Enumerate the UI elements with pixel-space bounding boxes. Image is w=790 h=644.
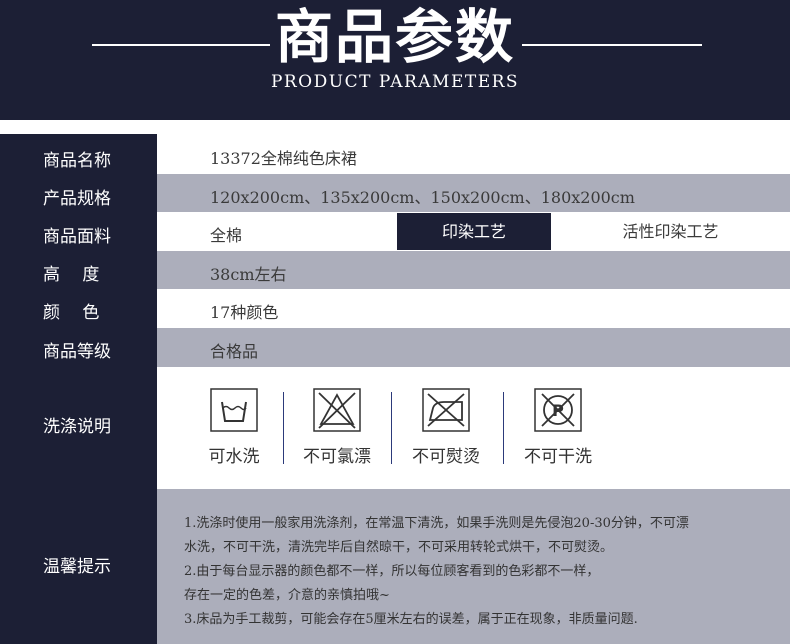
care-item-no-iron: 不可熨烫	[401, 388, 491, 467]
param-label-fabric: 商品面料	[43, 227, 111, 247]
washtub-icon	[210, 388, 258, 432]
page-title: 商品参数	[274, 3, 515, 71]
care-item-no-dryclean: P 不可干洗	[513, 388, 603, 467]
care-text-no-iron: 不可熨烫	[412, 447, 480, 467]
param-value-fabric: 全棉	[210, 226, 243, 245]
care-item-no-bleach: 不可氯漂	[292, 388, 382, 467]
param-row-grade: 合格品	[157, 328, 790, 367]
page-subtitle: PRODUCT PARAMETERS	[270, 72, 520, 92]
param-value-color: 17种颜色	[210, 303, 279, 322]
tip-line: 1.洗涤时使用一般家用洗涤剂，在常温下清洗，如果手洗则是先侵泡20-30分钟，不…	[184, 516, 689, 531]
param-value-spec: 120x200cm、135x200cm、150x200cm、180x200cm	[210, 188, 635, 207]
care-item-washable: 可水洗	[189, 388, 279, 467]
param-row-spec: 120x200cm、135x200cm、150x200cm、180x200cm	[157, 174, 790, 212]
param-label-grade: 商品等级	[43, 342, 111, 362]
process-label: 印染工艺	[441, 222, 506, 241]
care-text-washable: 可水洗	[208, 447, 260, 467]
param-label-height: 高 度	[43, 265, 100, 285]
param-row-name: 13372全棉纯色床裙	[157, 134, 790, 173]
param-label-color: 颜 色	[43, 303, 100, 323]
param-value-height: 38cm左右	[210, 265, 287, 284]
care-label: 洗涤说明	[43, 417, 111, 437]
no-bleach-icon	[313, 388, 361, 432]
no-iron-icon	[422, 388, 470, 432]
care-divider	[503, 392, 504, 464]
param-row-height: 38cm左右	[157, 251, 790, 289]
tip-line: 3.床品为手工裁剪，可能会存在5厘米左右的误差，属于正在现象，非质量问题.	[184, 612, 638, 627]
tip-line: 存在一定的色差，介意的亲慎拍哦~	[184, 588, 390, 603]
tip-line: 2.由于每台显示器的颜色都不一样，所以每位顾客看到的色彩都不一样，	[184, 564, 600, 579]
process-value-cell: 活性印染工艺	[551, 213, 790, 250]
care-divider	[391, 392, 392, 464]
param-value-grade: 合格品	[210, 342, 259, 361]
tips-label: 温馨提示	[43, 557, 111, 577]
care-divider	[283, 392, 284, 464]
care-text-no-bleach: 不可氯漂	[303, 447, 371, 467]
param-value-name: 13372全棉纯色床裙	[210, 149, 357, 168]
no-dryclean-icon: P	[534, 388, 582, 432]
param-label-name: 商品名称	[43, 151, 111, 171]
process-label-cell: 印染工艺	[397, 213, 551, 250]
process-value: 活性印染工艺	[622, 222, 719, 241]
header-banner: 商品参数 PRODUCT PARAMETERS	[0, 0, 790, 120]
param-row-color: 17种颜色	[157, 290, 790, 327]
param-label-spec: 产品规格	[43, 189, 111, 209]
care-text-no-dryclean: 不可干洗	[524, 447, 592, 467]
tip-line: 水洗，不可干洗，清洗完毕后自然晾干，不可采用转轮式烘干，不可熨烫。	[184, 540, 614, 555]
